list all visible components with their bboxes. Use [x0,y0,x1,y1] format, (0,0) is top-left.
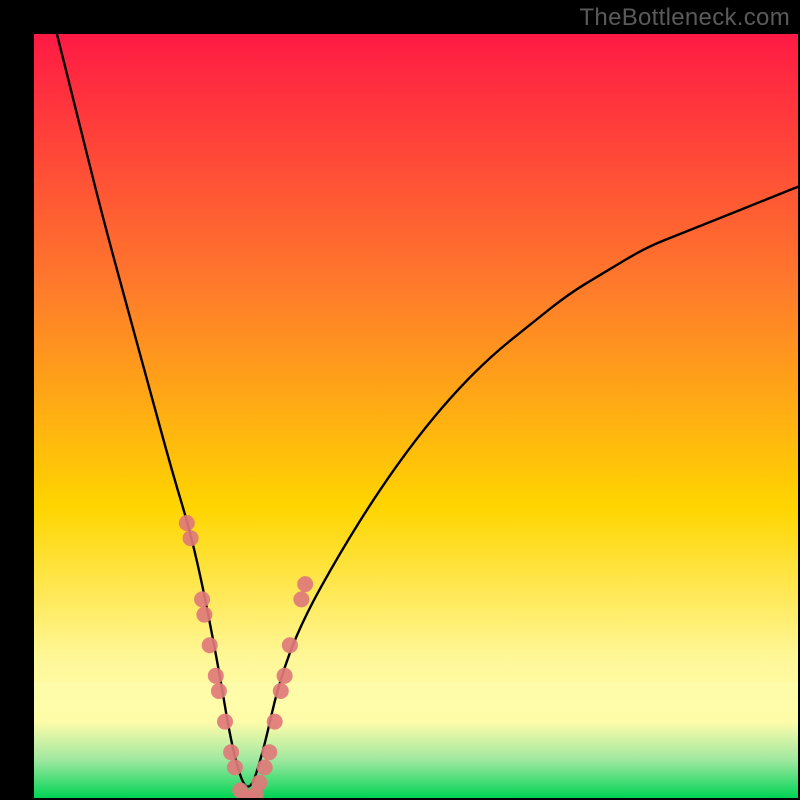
data-marker [183,530,199,546]
data-marker [293,591,309,607]
data-marker [211,683,227,699]
data-marker [202,637,218,653]
chart-frame: TheBottleneck.com [0,0,800,800]
data-marker [257,759,273,775]
data-marker [273,683,289,699]
data-marker [251,775,267,791]
plot-area [34,34,798,798]
watermark-text: TheBottleneck.com [579,4,790,32]
data-marker [217,714,233,730]
data-marker [179,515,195,531]
bottleneck-chart [34,34,798,798]
data-marker [297,576,313,592]
data-marker [227,759,243,775]
data-marker [223,744,239,760]
data-marker [194,591,210,607]
pale-yellow-band [34,682,798,712]
data-marker [208,668,224,684]
data-marker [267,714,283,730]
data-marker [277,668,293,684]
data-marker [282,637,298,653]
data-marker [196,607,212,623]
data-marker [261,744,277,760]
